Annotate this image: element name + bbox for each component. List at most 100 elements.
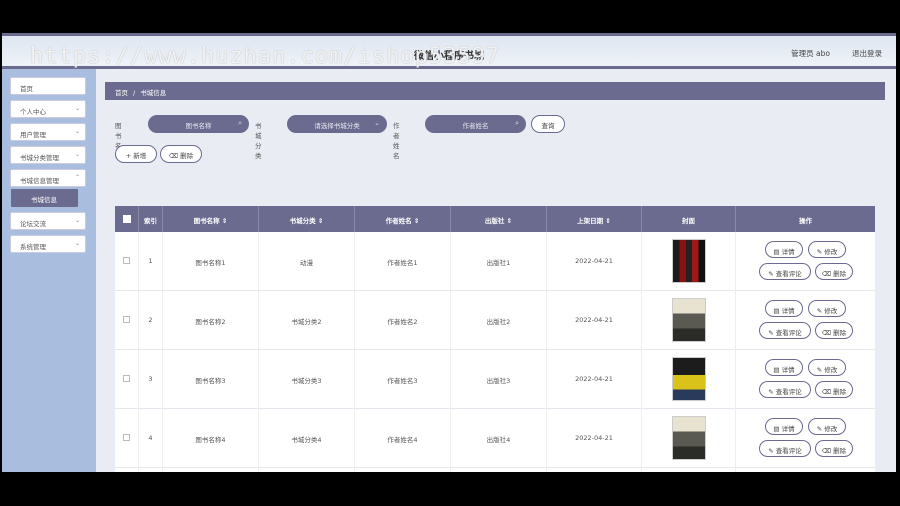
detail-button[interactable]: ▤ 详情 [765, 359, 803, 376]
chevron-down-icon: ⌄ [74, 151, 80, 158]
view-comments-button[interactable]: ✎ 查看评论 [759, 440, 811, 457]
query-button[interactable]: 查询 [531, 115, 565, 133]
sidebar-item-users[interactable]: 用户管理 ⌄ [10, 123, 86, 141]
row-delete-label: 删除 [833, 388, 847, 396]
row-name: 图书名称2 [163, 291, 259, 350]
detail-button[interactable]: ▤ 详情 [765, 300, 803, 317]
sidebar-item-label: 个人中心 [20, 108, 46, 116]
breadcrumb-home[interactable]: 首页 [115, 89, 128, 97]
row-index: 2 [139, 291, 163, 350]
chevron-down-icon: ⌄ [74, 240, 80, 247]
row-actions: ▤ 详情 ✎ 修改 ✎ 查看评论 ⌫ 删除 [736, 232, 875, 291]
row-checkbox[interactable] [123, 434, 130, 441]
view-comments-button[interactable]: ✎ 查看评论 [759, 381, 811, 398]
row-date: 2022-04-21 [547, 232, 642, 291]
name-placeholder: 图书名称 [185, 122, 212, 130]
row-select-cell [115, 468, 139, 472]
sidebar-item-profile[interactable]: 个人中心 ⌄ [10, 100, 86, 118]
row-delete-button[interactable]: ⌫ 删除 [815, 322, 853, 339]
sidebar-item-categories[interactable]: 书城分类管理 ⌄ [10, 146, 86, 164]
row-cover-cell [642, 350, 736, 409]
name-search-input[interactable]: 图书名称 ⌕ [148, 115, 249, 133]
trash-icon: ⌫ [821, 329, 834, 337]
row-publisher: 出版社4 [451, 409, 547, 468]
row-delete-label: 删除 [833, 447, 847, 455]
edit-label: 修改 [824, 366, 838, 374]
chevron-down-icon: ⌄ [374, 119, 380, 127]
sidebar-item-label: 论坛交流 [20, 220, 46, 228]
search-icon: ⌕ [515, 119, 519, 127]
row-select-cell [115, 409, 139, 468]
current-user[interactable]: 管理员 abo [791, 48, 830, 59]
row-index: 1 [139, 232, 163, 291]
row-category: 书城分类2 [259, 291, 355, 350]
col-date[interactable]: 上架日期 ⇕ [547, 206, 642, 232]
app-window: 微信小程序书城 https://www.huzhan.com/ishop5359… [2, 33, 896, 472]
detail-label: 详情 [781, 425, 795, 433]
edit-button[interactable]: ✎ 修改 [808, 418, 846, 435]
row-actions: ▤ 详情 ✎ 修改 ✎ 查看评论 ⌫ 删除 [736, 350, 875, 409]
delete-button[interactable]: ⌫ 删除 [160, 145, 202, 163]
search-icon: ⌕ [238, 119, 242, 127]
row-category: 书城分类5 [259, 468, 355, 472]
chevron-down-icon: ⌄ [74, 105, 80, 112]
edit-label: 修改 [824, 307, 838, 315]
col-author[interactable]: 作者姓名 ⇕ [355, 206, 451, 232]
detail-button[interactable]: ▤ 详情 [765, 418, 803, 435]
col-category[interactable]: 书城分类 ⇕ [259, 206, 355, 232]
row-publisher: 出版社3 [451, 350, 547, 409]
col-cover: 封面 [642, 206, 736, 232]
sidebar-item-forum[interactable]: 论坛交流 ⌄ [10, 212, 86, 230]
book-cover-image [672, 416, 706, 460]
row-select-cell [115, 350, 139, 409]
detail-icon: ▤ [773, 425, 782, 433]
edit-button[interactable]: ✎ 修改 [808, 359, 846, 376]
select-all-checkbox[interactable] [123, 215, 131, 223]
table-row: 1 图书名称1 动漫 作者姓名1 出版社1 2022-04-21 ▤ 详情 ✎ 修改 ✎ … [115, 232, 875, 291]
sidebar-subitem-book-info[interactable]: 书城信息 [11, 189, 78, 207]
chevron-up-icon: ⌃ [74, 174, 80, 181]
author-search-input[interactable]: 作者姓名 ⌕ [425, 115, 526, 133]
detail-label: 详情 [781, 248, 795, 256]
row-delete-label: 删除 [833, 329, 847, 337]
row-select-cell [115, 232, 139, 291]
row-delete-button[interactable]: ⌫ 删除 [815, 381, 853, 398]
trash-icon: ⌫ [821, 388, 834, 396]
breadcrumb-current: 书城信息 [140, 89, 167, 97]
sidebar-item-system[interactable]: 系统管理 ⌄ [10, 235, 86, 253]
row-checkbox[interactable] [123, 257, 130, 264]
table-header: 索引 图书名称 ⇕ 书城分类 ⇕ 作者姓名 ⇕ 出版社 ⇕ 上架日期 ⇕ 封面 … [115, 206, 875, 232]
col-publisher[interactable]: 出版社 ⇕ [451, 206, 547, 232]
row-checkbox[interactable] [123, 316, 130, 323]
row-delete-button[interactable]: ⌫ 删除 [815, 263, 853, 280]
edit-button[interactable]: ✎ 修改 [808, 300, 846, 317]
category-placeholder: 请选择书城分类 [314, 122, 360, 130]
sidebar-item-home[interactable]: 首页 [10, 77, 86, 95]
row-checkbox[interactable] [123, 375, 130, 382]
edit-button[interactable]: ✎ 修改 [808, 241, 846, 258]
detail-icon: ▤ [773, 307, 782, 315]
trash-icon: ⌫ [821, 270, 834, 278]
row-category: 书城分类4 [259, 409, 355, 468]
row-cover-cell [642, 409, 736, 468]
row-cover-cell [642, 468, 736, 472]
comment-icon: ✎ [768, 270, 776, 278]
view-comments-label: 查看评论 [775, 447, 802, 455]
trash-icon: ⌫ [168, 152, 181, 160]
add-button[interactable]: + 新增 [115, 145, 157, 163]
col-name[interactable]: 图书名称 ⇕ [163, 206, 259, 232]
table-row: 3 图书名称3 书城分类3 作者姓名3 出版社3 2022-04-21 ▤ 详情 ✎ 修改… [115, 350, 875, 409]
author-label: 作者姓名 [393, 122, 400, 160]
view-comments-label: 查看评论 [775, 270, 802, 278]
sidebar-item-books[interactable]: 书城信息管理 ⌃ [10, 169, 86, 187]
edit-label: 修改 [824, 425, 838, 433]
category-select[interactable]: 请选择书城分类 ⌄ [287, 115, 387, 133]
row-actions: ▤ 详情 ✎ 修改 ✎ 查看评论 ⌫ 删除 [736, 468, 875, 472]
view-comments-button[interactable]: ✎ 查看评论 [759, 263, 811, 280]
view-comments-button[interactable]: ✎ 查看评论 [759, 322, 811, 339]
row-date: 2022-04-21 [547, 409, 642, 468]
breadcrumb-separator: / [133, 89, 136, 97]
row-delete-button[interactable]: ⌫ 删除 [815, 440, 853, 457]
detail-button[interactable]: ▤ 详情 [765, 241, 803, 258]
logout-link[interactable]: 退出登录 [852, 48, 882, 59]
